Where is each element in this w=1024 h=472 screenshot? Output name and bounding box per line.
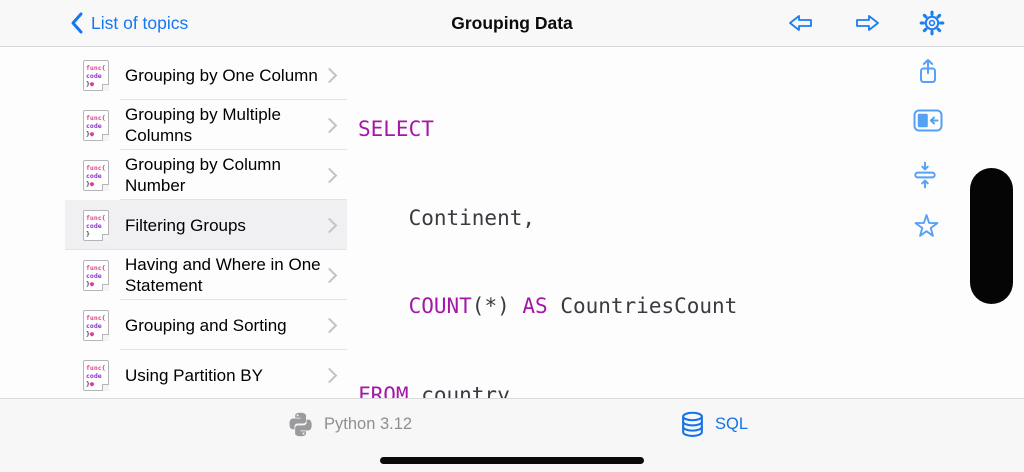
icon-text-line: func{: [86, 313, 106, 322]
sidebar-item-having-and-where[interactable]: func{ code }● Having and Where in One St…: [65, 250, 347, 300]
icon-text-line: }●: [86, 279, 95, 288]
collapse-button[interactable]: [913, 161, 937, 194]
pink-dot: ●: [89, 329, 95, 338]
icon-text-line: }●: [86, 329, 95, 338]
chevron-right-icon: [321, 317, 338, 333]
code-file-icon: func{ code }●: [83, 159, 109, 191]
icon-text-line: }●: [86, 379, 95, 388]
sidebar-item-label: Grouping and Sorting: [125, 315, 287, 335]
collapse-vertical-icon: [914, 161, 936, 189]
icon-text-line: func{: [86, 213, 106, 222]
python-label: Python 3.12: [324, 414, 413, 433]
icon-text-line: code: [86, 221, 102, 230]
gear-icon: [919, 10, 945, 36]
share-button[interactable]: [913, 57, 943, 92]
code-file-icon: func{ code }: [83, 209, 109, 241]
code-file-icon: func{ code }●: [83, 59, 109, 91]
code-file-icon: func{ code }●: [83, 359, 109, 391]
topic-list: func{ code }● Grouping by One Column fun…: [0, 47, 347, 400]
tab-sql[interactable]: SQL: [680, 408, 748, 440]
icon-text-line: func{: [86, 263, 106, 272]
icon-text-line: code: [86, 271, 102, 280]
sidebar-item-grouping-by-column-number[interactable]: func{ code }● Grouping by Column Number: [65, 150, 347, 200]
icon-text-line: func{: [86, 113, 106, 122]
chevron-right-icon: [321, 167, 338, 183]
icon-text-line: code: [86, 121, 102, 130]
icon-text-line: }●: [86, 79, 95, 88]
sidebar-item-label: Having and Where in One Statement: [125, 255, 321, 295]
sidebar-item-label: Grouping by Multiple Columns: [125, 105, 281, 145]
pink-dot: ●: [89, 379, 95, 388]
arrow-left-outline-icon: [789, 15, 812, 31]
icon-text-line: code: [86, 71, 102, 80]
sidebar-item-grouping-and-sorting[interactable]: func{ code }● Grouping and Sorting: [65, 300, 347, 350]
content-area: func{ code }● Grouping by One Column fun…: [0, 47, 1024, 472]
sql-label: SQL: [715, 414, 749, 433]
arrow-right-outline-icon: [856, 15, 879, 31]
code-line: COUNT(*) AS CountriesCount: [408, 294, 738, 318]
favorite-button[interactable]: [913, 213, 940, 244]
history-back-button[interactable]: [786, 11, 816, 35]
sidebar-item-grouping-by-one-column[interactable]: func{ code }● Grouping by One Column: [65, 50, 347, 100]
chevron-right-icon: [321, 217, 338, 233]
share-icon: [920, 59, 936, 83]
icon-text-line: }: [86, 229, 90, 238]
icon-text-line: func{: [86, 63, 106, 72]
tab-python[interactable]: Python 3.12: [287, 408, 412, 440]
chevron-right-icon: [321, 267, 338, 283]
pink-dot: ●: [89, 179, 95, 188]
chevron-right-icon: [321, 67, 338, 83]
sidebar-item-grouping-by-multiple-columns[interactable]: func{ code }● Grouping by Multiple Colum…: [65, 100, 347, 150]
chevron-right-icon: [321, 117, 338, 133]
sidebar-item-using-partition-by[interactable]: func{ code }● Using Partition BY: [65, 350, 347, 400]
star-icon: [914, 214, 939, 237]
bottom-bar: Python 3.12 SQL: [0, 398, 1024, 472]
history-forward-button[interactable]: [852, 11, 882, 35]
icon-text-line: }●: [86, 179, 95, 188]
icon-text-line: code: [86, 171, 102, 180]
pink-dot: ●: [89, 129, 95, 138]
sidebar-item-label: Filtering Groups: [125, 215, 246, 235]
hide-panel-icon: [913, 109, 943, 132]
python-icon: [289, 412, 312, 436]
sidebar-item-label: Using Partition BY: [125, 365, 263, 385]
pink-dot: ●: [89, 279, 95, 288]
icon-text-line: }●: [86, 129, 95, 138]
navbar: List of topics Grouping Data: [0, 0, 1024, 47]
icon-text-line: func{: [86, 363, 106, 372]
sidebar-item-label: Grouping by Column Number: [125, 155, 281, 195]
navbar-actions: [786, 0, 946, 46]
icon-text-line: func{: [86, 163, 106, 172]
pink-dot: ●: [89, 79, 95, 88]
hide-panel-button[interactable]: [913, 109, 943, 137]
black-pill-overlay: [970, 168, 1013, 304]
home-indicator[interactable]: [380, 457, 644, 464]
icon-text-line: code: [86, 321, 102, 330]
settings-button[interactable]: [918, 9, 946, 37]
code-file-icon: func{ code }●: [83, 309, 109, 341]
code-file-icon: func{ code }●: [83, 259, 109, 291]
chevron-right-icon: [321, 367, 338, 383]
sidebar-item-label: Grouping by One Column: [125, 65, 318, 85]
icon-text-line: code: [86, 371, 102, 380]
database-icon: [682, 411, 703, 437]
app-window: List of topics Grouping Data func{code …: [0, 0, 1024, 472]
sidebar-item-filtering-groups[interactable]: func{ code } Filtering Groups: [65, 200, 347, 250]
code-file-icon: func{ code }●: [83, 109, 109, 141]
